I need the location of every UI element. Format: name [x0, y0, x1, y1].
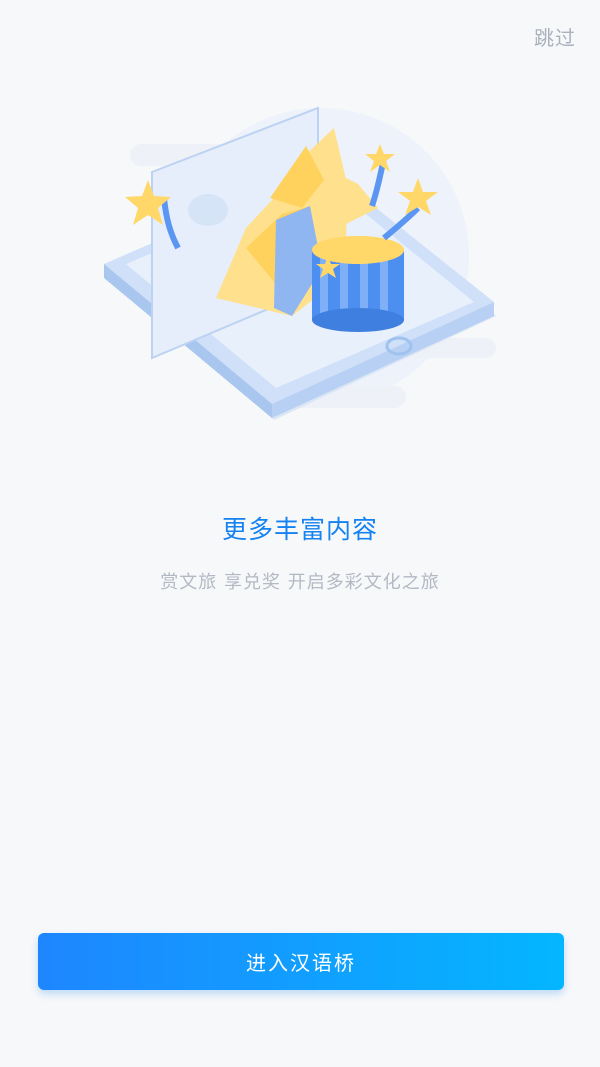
onboarding-subtitle: 赏文旅 享兑奖 开启多彩文化之旅 [160, 572, 440, 593]
tablet-gift-illustration [96, 88, 506, 438]
onboarding-title: 更多丰富内容 [221, 515, 378, 544]
enter-app-button[interactable]: 进入汉语桥 [38, 933, 564, 990]
skip-button[interactable]: 跳过 [534, 22, 576, 51]
